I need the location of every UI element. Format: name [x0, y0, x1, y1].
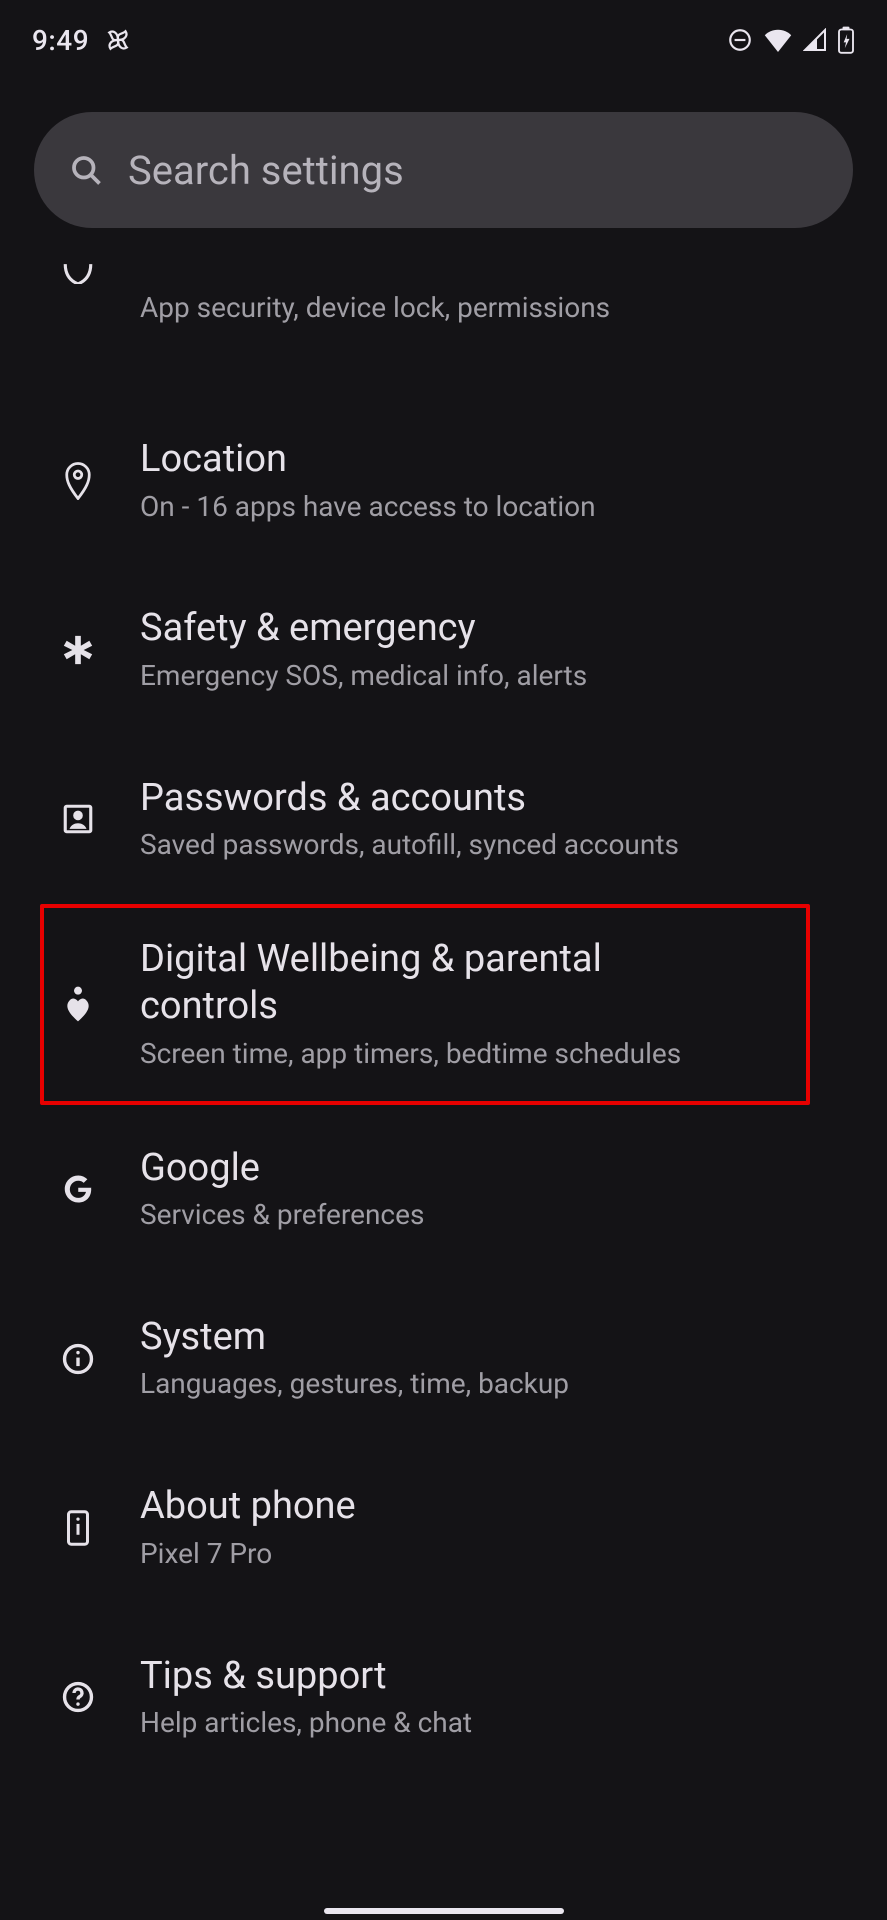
location-pin-icon: [58, 462, 98, 500]
search-icon: [68, 152, 104, 188]
info-icon: [58, 1342, 98, 1376]
medical-asterisk-icon: [58, 633, 98, 667]
setting-text: App security, device lock, permissions: [140, 289, 845, 327]
search-container: Search settings: [0, 72, 887, 246]
setting-title: Digital Wellbeing & parental controls: [140, 936, 736, 1031]
status-bar: 9:49: [0, 0, 887, 72]
setting-text: Digital Wellbeing & parental controls Sc…: [140, 936, 764, 1073]
status-left: 9:49: [32, 24, 133, 57]
account-box-icon: [58, 802, 98, 836]
settings-item-tips[interactable]: Tips & support Help articles, phone & ch…: [0, 1613, 887, 1782]
settings-item-system[interactable]: System Languages, gestures, time, backup: [0, 1274, 887, 1443]
settings-item-google[interactable]: Google Services & preferences: [0, 1105, 887, 1274]
setting-title: Passwords & accounts: [140, 775, 817, 823]
shield-icon: [58, 264, 98, 284]
search-bar[interactable]: Search settings: [34, 112, 853, 228]
setting-title: Safety & emergency: [140, 605, 817, 653]
setting-subtitle: App security, device lock, permissions: [140, 289, 817, 327]
setting-subtitle: Pixel 7 Pro: [140, 1535, 817, 1573]
help-icon: [58, 1680, 98, 1714]
settings-item-security[interactable]: App security, device lock, permissions: [0, 246, 887, 396]
settings-item-about[interactable]: About phone Pixel 7 Pro: [0, 1443, 887, 1612]
setting-text: Google Services & preferences: [140, 1145, 845, 1234]
settings-item-safety[interactable]: Safety & emergency Emergency SOS, medica…: [0, 565, 887, 734]
setting-title: System: [140, 1314, 817, 1362]
setting-subtitle: Saved passwords, autofill, synced accoun…: [140, 826, 817, 864]
phone-info-icon: [58, 1509, 98, 1547]
setting-title: Google: [140, 1145, 817, 1193]
setting-subtitle: On - 16 apps have access to location: [140, 488, 817, 526]
pinwheel-icon: [103, 25, 133, 55]
settings-item-location[interactable]: Location On - 16 apps have access to loc…: [0, 396, 887, 565]
search-placeholder: Search settings: [128, 147, 404, 194]
wifi-icon: [763, 28, 793, 52]
setting-title: Location: [140, 436, 817, 484]
setting-text: Safety & emergency Emergency SOS, medica…: [140, 605, 845, 694]
status-right: [727, 26, 855, 54]
wellbeing-icon: [58, 984, 98, 1024]
setting-title: About phone: [140, 1483, 817, 1531]
setting-subtitle: Emergency SOS, medical info, alerts: [140, 657, 817, 695]
setting-subtitle: Help articles, phone & chat: [140, 1704, 817, 1742]
setting-text: About phone Pixel 7 Pro: [140, 1483, 845, 1572]
setting-text: Location On - 16 apps have access to loc…: [140, 436, 845, 525]
status-time: 9:49: [32, 24, 89, 57]
settings-item-passwords[interactable]: Passwords & accounts Saved passwords, au…: [0, 735, 887, 904]
nav-pill[interactable]: [324, 1908, 564, 1914]
dnd-icon: [727, 27, 753, 53]
setting-text: System Languages, gestures, time, backup: [140, 1314, 845, 1403]
google-icon: [58, 1172, 98, 1206]
settings-list[interactable]: App security, device lock, permissions L…: [0, 246, 887, 1782]
signal-icon: [803, 28, 827, 52]
setting-subtitle: Languages, gestures, time, backup: [140, 1365, 817, 1403]
settings-item-wellbeing[interactable]: Digital Wellbeing & parental controls Sc…: [44, 908, 806, 1101]
highlight-box: Digital Wellbeing & parental controls Sc…: [40, 904, 810, 1105]
battery-charging-icon: [837, 26, 855, 54]
setting-subtitle: Screen time, app timers, bedtime schedul…: [140, 1035, 736, 1073]
setting-text: Passwords & accounts Saved passwords, au…: [140, 775, 845, 864]
setting-subtitle: Services & preferences: [140, 1196, 817, 1234]
setting-text: Tips & support Help articles, phone & ch…: [140, 1653, 845, 1742]
setting-title: Tips & support: [140, 1653, 817, 1701]
